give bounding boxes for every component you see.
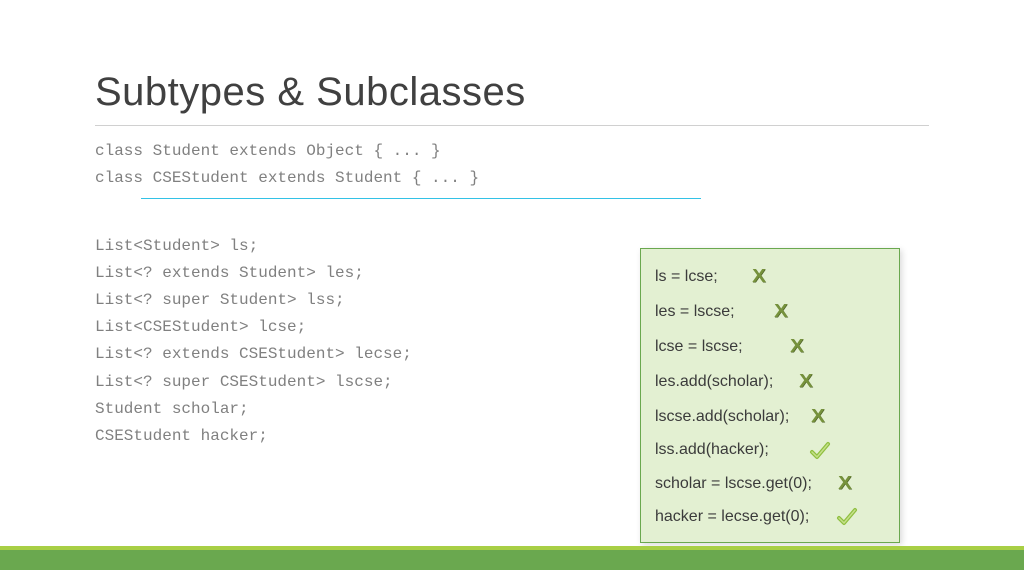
code-line: Student scholar; (95, 400, 249, 418)
code-class-defs: class Student extends Object { ... } cla… (95, 138, 929, 192)
callout-text: les = lscse; (655, 296, 775, 327)
code-line: List<? super CSEStudent> lscse; (95, 373, 393, 391)
code-line: CSEStudent hacker; (95, 427, 268, 445)
x-icon: X (799, 364, 813, 399)
check-icon (809, 441, 831, 459)
x-icon: X (774, 294, 788, 329)
callout-row: lss.add(hacker); (655, 434, 885, 465)
callout-row: hacker = lecse.get(0); (655, 501, 885, 532)
code-line: class CSEStudent extends Student { ... } (95, 169, 479, 187)
divider-line (141, 198, 701, 199)
callout-text: les.add(scholar); (655, 366, 800, 397)
x-icon: X (838, 466, 852, 501)
callout-row: lscse.add(scholar); X (655, 399, 885, 434)
code-line: class Student extends Object { ... } (95, 142, 441, 160)
code-line: List<? extends CSEStudent> lecse; (95, 345, 412, 363)
check-icon (836, 507, 858, 525)
x-icon: X (752, 259, 766, 294)
callout-text: scholar = lscse.get(0); (655, 468, 839, 499)
callout-row: les.add(scholar); X (655, 364, 885, 399)
callout-row: ls = lcse; X (655, 259, 885, 294)
callout-row: les = lscse; X (655, 294, 885, 329)
answer-callout: ls = lcse; X les = lscse; X lcse = lscse… (640, 248, 900, 543)
x-icon: X (811, 399, 825, 434)
code-line: List<? extends Student> les; (95, 264, 364, 282)
callout-text: lscse.add(scholar); (655, 401, 812, 432)
code-line: List<CSEStudent> lcse; (95, 318, 306, 336)
code-line: List<Student> ls; (95, 237, 258, 255)
callout-text: lss.add(hacker); (655, 434, 809, 465)
callout-text: lcse = lscse; (655, 331, 791, 362)
callout-row: scholar = lscse.get(0); X (655, 466, 885, 501)
callout-text: hacker = lecse.get(0); (655, 501, 836, 532)
code-line: List<? super Student> lss; (95, 291, 345, 309)
slide-title: Subtypes & Subclasses (95, 70, 929, 126)
callout-text: ls = lcse; (655, 261, 753, 292)
callout-row: lcse = lscse; X (655, 329, 885, 364)
slide: Subtypes & Subclasses class Student exte… (0, 0, 1024, 576)
slide-footer-bar (0, 546, 1024, 570)
x-icon: X (791, 329, 805, 364)
